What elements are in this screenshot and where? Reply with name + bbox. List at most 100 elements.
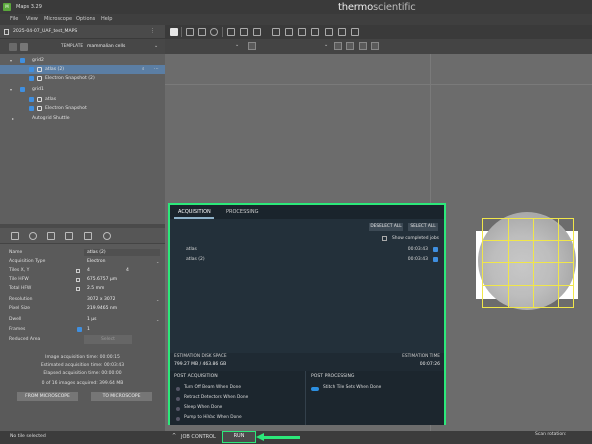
chevron-down-icon[interactable]: ⌄ [235,42,239,48]
add-icon[interactable] [186,28,194,36]
more-icon[interactable]: ⋯ [154,65,159,74]
acquisition-type-select[interactable]: Electron [87,257,105,266]
template-select[interactable]: mammalian cells [87,44,125,49]
compass-icon[interactable] [103,232,111,240]
plus-icon[interactable] [170,28,178,36]
select-all-button[interactable]: SELECT ALL [408,223,438,231]
option-bullet[interactable] [176,407,180,411]
arrow-line [262,436,300,439]
rotate-icon[interactable] [359,42,367,50]
grid-image[interactable] [478,212,576,310]
chevron-down-icon[interactable]: ⌄ [154,43,158,49]
marker-icon[interactable] [253,28,261,36]
frame-icon[interactable] [272,28,280,36]
measure-icon[interactable] [240,28,248,36]
crop-icon[interactable] [227,28,235,36]
menu-file[interactable]: File [10,16,18,22]
job-checkbox[interactable] [433,247,438,252]
close-icon[interactable] [248,42,256,50]
snapshot-icon[interactable] [298,28,306,36]
total-hfw-input[interactable]: 2.5 mm [87,284,104,293]
tree-item-electron-snapshot-2[interactable]: Electron Snapshot (2) [0,74,165,83]
image-icon[interactable] [65,232,73,240]
images-acquired: 0 of 16 images acquired: 399.64 MB [41,381,124,386]
center-icon[interactable] [371,42,379,50]
sliders-icon[interactable] [84,232,92,240]
tab-processing[interactable]: PROCESSING [226,209,259,215]
tile-hfw-input[interactable]: 675.6757 µm [87,275,117,284]
chevron-down-icon[interactable]: ⌄ [156,295,159,304]
menu-help[interactable]: Help [101,16,112,22]
lock-icon[interactable] [76,278,80,282]
deselect-all-button[interactable]: DESELECT ALL [369,223,403,231]
prop-label: Name [9,250,23,255]
chevron-down-icon[interactable]: ⌄ [156,257,159,266]
tiles-x-input[interactable]: 4 [87,266,90,275]
zoom-icon[interactable] [210,28,218,36]
grid-icon[interactable] [11,232,19,240]
layers-icon[interactable] [9,43,17,51]
tree-item-autogrid-shuttle[interactable]: ▸ Autogrid Shuttle [0,114,165,123]
show-completed-checkbox[interactable] [382,236,387,241]
checkbox-icon[interactable] [29,67,34,72]
checkbox-icon[interactable] [29,106,34,111]
option-bullet[interactable] [176,417,180,421]
caret-down-icon[interactable]: ▾ [10,85,12,94]
option-bullet[interactable] [176,387,180,391]
tile-icon[interactable] [285,28,293,36]
checkbox-icon[interactable] [29,76,34,81]
job-tabs: ACQUISITION PROCESSING [170,205,444,219]
crop-icon[interactable] [47,232,55,240]
caret-down-icon[interactable]: ▾ [10,56,12,65]
project-menu-icon[interactable]: ⋮ [150,28,155,34]
lock-icon[interactable] [76,269,80,273]
image-icon [37,106,42,111]
job-row[interactable]: atlas 00:03:43 [178,245,442,254]
tree-item-atlas-2[interactable]: atlas (2) ⌕ ⋯ [0,65,165,74]
lock-icon[interactable] [76,287,80,291]
chevron-down-icon[interactable]: ⌄ [324,42,328,48]
stitch-option[interactable]: Stitch Tile Sets When Done [323,385,381,390]
move-icon[interactable] [346,42,354,50]
grid-view-icon[interactable] [20,43,28,51]
menu-view[interactable]: View [26,16,38,22]
resolution-select[interactable]: 3072 x 3072 [87,295,115,304]
tree-item-electron-snapshot[interactable]: Electron Snapshot [0,104,165,113]
tree-item-grid2[interactable]: ▾ grid2 [0,56,165,65]
pump-hivac-option[interactable]: Pump to HiVac When Done [184,415,242,420]
overlay-icon[interactable] [311,28,319,36]
minus-icon[interactable] [198,28,206,36]
job-checkbox[interactable] [433,257,438,262]
from-microscope-button[interactable]: FROM MICROSCOPE [17,392,78,401]
search-icon[interactable]: ⌕ [142,65,145,74]
tiles-y-input[interactable]: 4 [126,266,129,275]
checkbox-icon[interactable] [20,58,25,63]
retract-detectors-option[interactable]: Retract Detectors When Done [184,395,248,400]
menu-options[interactable]: Options [76,16,95,22]
job-row[interactable]: atlas (2) 00:03:43 [178,255,442,264]
select-area-button[interactable]: Select [84,335,132,344]
export-icon[interactable] [338,28,346,36]
caret-right-icon[interactable]: ▸ [12,114,14,123]
chevron-down-icon[interactable]: ⌄ [156,315,159,324]
checkbox-icon[interactable] [77,327,82,332]
run-button[interactable]: RUN [222,431,256,443]
target-icon[interactable] [334,42,342,50]
layer-icon[interactable] [325,28,333,36]
job-control-toggle[interactable]: ^ JOB CONTROL [168,431,220,444]
tab-acquisition[interactable]: ACQUISITION [178,209,211,215]
option-bullet[interactable] [176,397,180,401]
tree-item-grid1[interactable]: ▾ grid1 [0,85,165,94]
frames-input[interactable]: 1 [87,325,90,334]
dwell-select[interactable]: 1 µs [87,315,97,324]
to-microscope-button[interactable]: TO MICROSCOPE [91,392,152,401]
sleep-option[interactable]: Sleep When Done [184,405,222,410]
turn-off-beam-option[interactable]: Turn Off Beam When Done [184,385,241,390]
checkbox-icon[interactable] [29,97,34,102]
checkbox-icon[interactable] [20,87,25,92]
settings-icon[interactable] [351,28,359,36]
microphone-icon[interactable] [29,232,37,240]
stitch-toggle[interactable] [311,387,319,391]
menu-microscope[interactable]: Microscope [44,16,72,22]
tree-item-atlas[interactable]: atlas [0,95,165,104]
